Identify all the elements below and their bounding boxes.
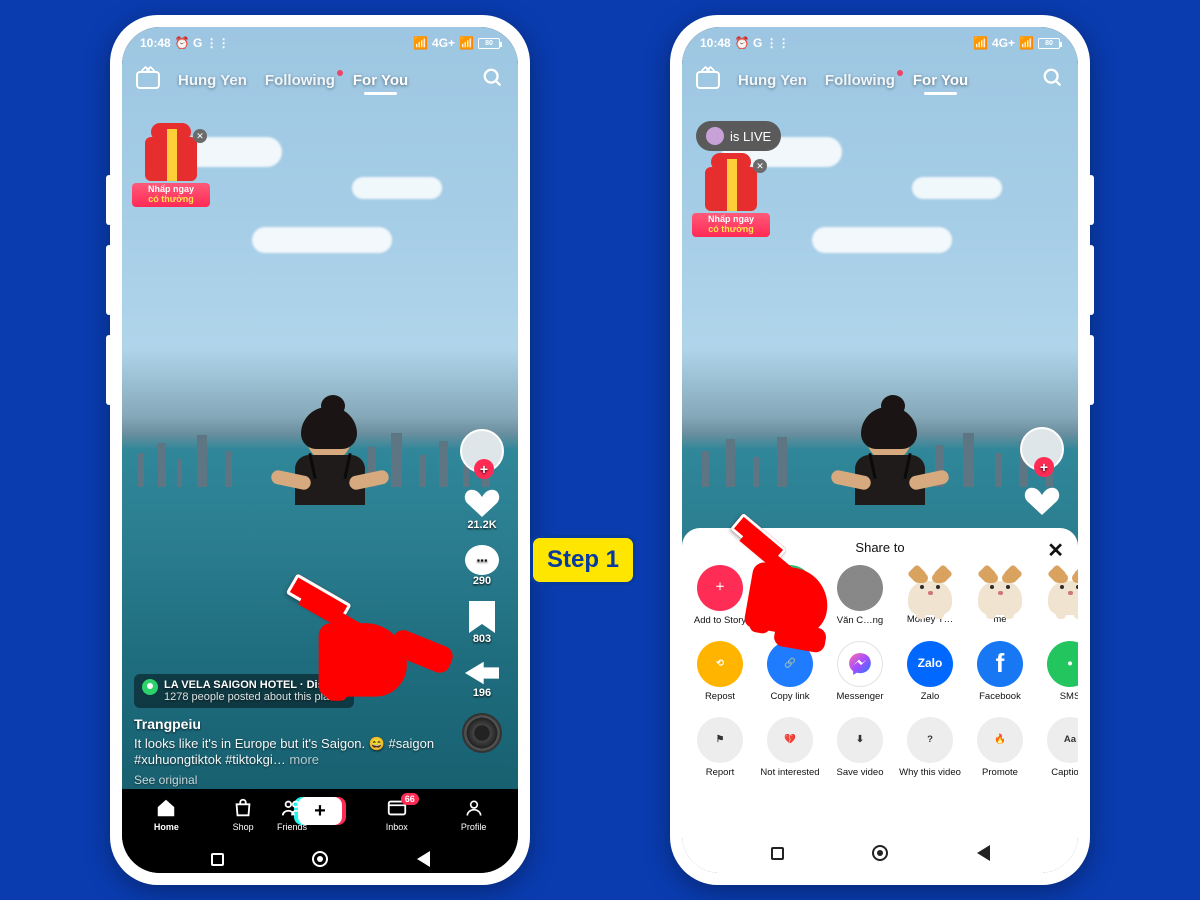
action-save-video[interactable]: ⬇Save video <box>828 717 892 779</box>
nav-friends[interactable]: Friends <box>262 797 322 832</box>
promo-gift[interactable]: ✕ Nhấp ngaycó thưởng <box>692 167 770 237</box>
download-icon: ⬇ <box>837 717 883 763</box>
location-pin-icon <box>142 679 158 695</box>
search-icon[interactable] <box>482 67 504 93</box>
share-facebook[interactable]: fFacebook <box>968 641 1032 703</box>
see-original[interactable]: See original <box>134 773 448 787</box>
tab-location[interactable]: Hung Yen <box>178 72 247 89</box>
phone-right: 10:48⏰ G ⋮⋮ 📶4G+📶80 Hung Yen Following F… <box>670 15 1090 885</box>
system-nav <box>682 827 1078 873</box>
action-promote[interactable]: 🔥Promote <box>968 717 1032 779</box>
disc-icon <box>462 713 502 753</box>
tab-location[interactable]: Hung Yen <box>738 72 807 89</box>
avatar-icon <box>706 127 724 145</box>
sheet-title: Share to <box>855 540 904 555</box>
tab-following[interactable]: Following <box>265 72 335 89</box>
inbox-icon: 66 <box>385 797 409 819</box>
nav-inbox[interactable]: 66 Inbox <box>367 797 427 832</box>
avatar-icon <box>837 565 883 611</box>
status-bar: 10:48⏰ G ⋮⋮ 📶4G+📶80 <box>122 27 518 59</box>
phone-left: 10:48⏰ G ⋮⋮ 📶4G+📶80 Hung Yen Following F… <box>110 15 530 885</box>
broken-heart-icon: 💔 <box>767 717 813 763</box>
cat-avatar-icon <box>1044 565 1078 615</box>
close-icon[interactable]: ✕ <box>193 129 207 143</box>
share-contact[interactable]: Văn C…ng <box>828 565 892 627</box>
cat-avatar-icon <box>974 565 1026 615</box>
bottom-nav: Home Shop + Friends 66 Inbox Profile <box>122 789 518 873</box>
action-not-interested[interactable]: 💔Not interested <box>758 717 822 779</box>
status-bar: 10:48⏰ G ⋮⋮ 📶4G+📶80 <box>682 27 1078 59</box>
share-row-actions: ⚑Report 💔Not interested ⬇Save video ?Why… <box>682 707 1078 783</box>
nav-profile[interactable]: Profile <box>444 797 504 832</box>
friends-icon <box>280 797 304 819</box>
tab-for-you[interactable]: For You <box>913 72 968 89</box>
share-zalo[interactable]: ZaloZalo <box>898 641 962 703</box>
cat-avatar-icon <box>904 565 956 615</box>
share-sms[interactable]: ●SMS <box>1038 641 1078 703</box>
comment-icon <box>465 545 499 575</box>
share-contact[interactable] <box>1038 565 1078 627</box>
follow-plus-icon[interactable]: + <box>474 459 494 479</box>
heart-icon <box>464 487 500 519</box>
heart-icon <box>1024 485 1060 517</box>
pointer-hand <box>287 587 407 696</box>
save-button[interactable]: 803 <box>469 601 495 645</box>
live-notification[interactable]: is LIVE <box>696 121 781 151</box>
comment-button[interactable]: 290 <box>465 545 499 587</box>
share-contact[interactable]: Money T… <box>898 565 962 627</box>
caption[interactable]: It looks like it's in Europe but it's Sa… <box>134 736 448 767</box>
sms-icon: ● <box>1047 641 1078 687</box>
shop-icon <box>231 797 255 819</box>
like-button[interactable] <box>1024 485 1060 517</box>
action-why-this-video[interactable]: ?Why this video <box>898 717 962 779</box>
step-badge: Step 1 <box>530 535 636 585</box>
share-messenger[interactable]: Messenger <box>828 641 892 703</box>
pointer-hand <box>715 524 839 640</box>
author-avatar[interactable]: + <box>1020 427 1064 471</box>
profile-icon <box>462 797 486 819</box>
home-icon <box>154 797 178 819</box>
live-icon[interactable] <box>136 71 160 89</box>
repost-icon: ⟲ <box>697 641 743 687</box>
sound-disc[interactable] <box>462 713 502 753</box>
share-icon <box>465 659 499 687</box>
bookmark-icon <box>469 601 495 633</box>
fire-icon: 🔥 <box>977 717 1023 763</box>
question-icon: ? <box>907 717 953 763</box>
action-captions[interactable]: AaCaptions <box>1038 717 1078 779</box>
follow-plus-icon[interactable]: + <box>1034 457 1054 477</box>
author-avatar[interactable]: + <box>460 429 504 473</box>
zalo-icon: Zalo <box>907 641 953 687</box>
facebook-icon: f <box>977 641 1023 687</box>
captions-icon: Aa <box>1047 717 1078 763</box>
search-icon[interactable] <box>1042 67 1064 93</box>
close-icon[interactable]: ✕ <box>1047 538 1064 563</box>
flag-icon: ⚑ <box>697 717 743 763</box>
share-row-apps: ⟲Repost 🔗Copy link Messenger ZaloZalo fF… <box>682 631 1078 707</box>
like-button[interactable]: 21.2K <box>464 487 500 531</box>
share-contact[interactable]: me <box>968 565 1032 627</box>
tab-for-you[interactable]: For You <box>353 72 408 89</box>
close-icon[interactable]: ✕ <box>753 159 767 173</box>
promo-gift[interactable]: ✕ Nhấp ngaycó thưởng <box>132 137 210 207</box>
tab-following[interactable]: Following <box>825 72 895 89</box>
share-button[interactable]: 196 <box>465 659 499 699</box>
action-report[interactable]: ⚑Report <box>688 717 752 779</box>
author-name[interactable]: Trangpeiu <box>134 716 448 732</box>
nav-home[interactable]: Home <box>136 797 196 832</box>
share-repost[interactable]: ⟲Repost <box>688 641 752 703</box>
messenger-icon <box>837 641 883 687</box>
live-icon[interactable] <box>696 71 720 89</box>
